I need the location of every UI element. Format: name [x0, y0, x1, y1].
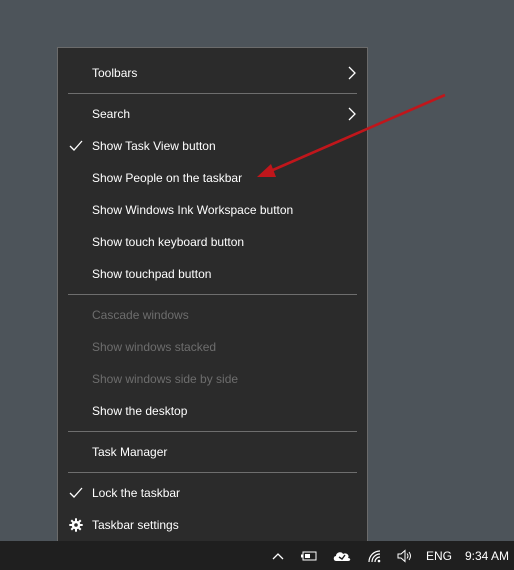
menu-separator	[68, 93, 357, 94]
menu-item-show-touch-keyboard[interactable]: Show touch keyboard button	[58, 227, 367, 257]
language-indicator: ENG	[425, 548, 452, 563]
menu-item-label: Show windows side by side	[92, 372, 239, 386]
menu-separator	[68, 431, 357, 432]
battery-icon	[301, 551, 317, 560]
menu-item-toolbars[interactable]: Toolbars	[58, 58, 367, 88]
taskbar-context-menu: Toolbars Search Show Task View button Sh…	[57, 47, 368, 548]
menu-item-label: Show the desktop	[92, 404, 188, 418]
network-button[interactable]	[364, 541, 386, 570]
battery-button[interactable]	[297, 541, 321, 570]
show-hidden-icons-button[interactable]	[268, 541, 288, 570]
menu-item-label: Show touch keyboard button	[92, 235, 245, 249]
menu-item-label: Show People on the taskbar	[92, 171, 243, 185]
menu-item-cascade-windows: Cascade windows	[58, 300, 367, 330]
onedrive-icon	[333, 551, 351, 561]
menu-item-show-task-view[interactable]: Show Task View button	[58, 131, 367, 161]
menu-item-lock-taskbar[interactable]: Lock the taskbar	[58, 478, 367, 508]
menu-item-label: Show windows stacked	[92, 340, 217, 354]
clock-time: 9:34 AM	[464, 548, 510, 563]
menu-item-task-manager[interactable]: Task Manager	[58, 437, 367, 467]
onedrive-button[interactable]	[330, 541, 354, 570]
menu-item-windows-side-by-side: Show windows side by side	[58, 364, 367, 394]
checkmark-icon	[69, 140, 83, 151]
chevron-up-icon	[272, 552, 284, 559]
menu-item-show-windows-ink[interactable]: Show Windows Ink Workspace button	[58, 195, 367, 225]
menu-item-label: Lock the taskbar	[92, 486, 181, 500]
menu-item-show-people[interactable]: Show People on the taskbar	[58, 163, 367, 193]
menu-item-label: Show touchpad button	[92, 267, 212, 281]
clock-button[interactable]: 9:34 AM	[460, 541, 514, 570]
menu-item-windows-stacked: Show windows stacked	[58, 332, 367, 362]
menu-item-label: Cascade windows	[92, 308, 189, 322]
menu-separator	[68, 294, 357, 295]
volume-icon	[397, 548, 411, 563]
chevron-right-icon	[348, 66, 356, 80]
menu-item-label: Toolbars	[92, 66, 138, 80]
menu-item-search[interactable]: Search	[58, 99, 367, 129]
menu-item-label: Search	[92, 107, 131, 121]
menu-item-label: Task Manager	[92, 445, 168, 459]
menu-item-show-touchpad[interactable]: Show touchpad button	[58, 259, 367, 289]
gear-icon	[69, 518, 83, 532]
menu-item-label: Show Task View button	[92, 139, 216, 153]
volume-button[interactable]	[394, 541, 416, 570]
chevron-right-icon	[348, 107, 356, 121]
input-language-button[interactable]: ENG	[422, 541, 456, 570]
wifi-icon	[368, 549, 381, 562]
menu-item-taskbar-settings[interactable]: Taskbar settings	[58, 510, 367, 540]
menu-item-show-desktop[interactable]: Show the desktop	[58, 396, 367, 426]
taskbar: ENG 9:34 AM	[0, 541, 514, 570]
checkmark-icon	[69, 487, 83, 498]
menu-item-label: Show Windows Ink Workspace button	[92, 203, 294, 217]
menu-separator	[68, 472, 357, 473]
menu-item-label: Taskbar settings	[92, 518, 179, 532]
